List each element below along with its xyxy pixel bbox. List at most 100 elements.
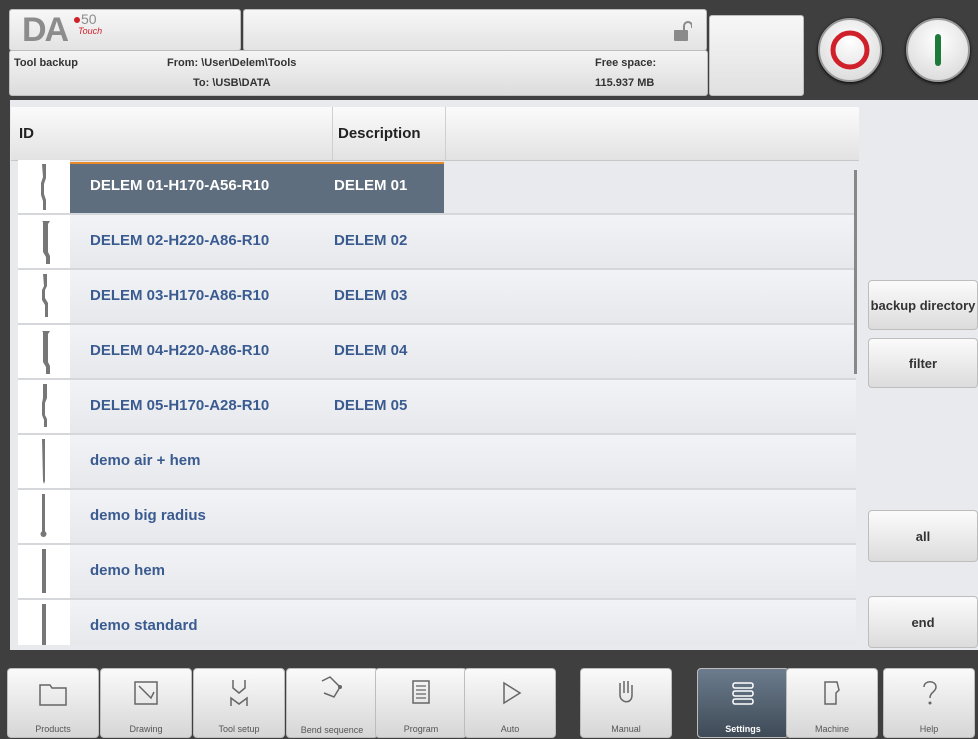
nav-label: Tool setup (218, 724, 260, 734)
start-button[interactable] (906, 18, 970, 82)
hand-icon (619, 681, 633, 703)
nav-manual[interactable]: Manual (580, 668, 672, 738)
nav-label: Bend sequence (300, 725, 364, 735)
row-tool-image (18, 380, 70, 433)
free-space-value: 115.937 MB (595, 77, 655, 89)
nav-drawing[interactable]: Drawing (100, 668, 192, 738)
nav-machine[interactable]: Machine (786, 668, 878, 738)
nav-bend-sequence[interactable]: Bend sequence (286, 668, 378, 738)
start-icon (935, 34, 941, 66)
backup-from-path: From: \User\Delem\Tools (167, 57, 297, 69)
bend-sequence-icon (321, 676, 342, 698)
logo-edition: Touch (78, 26, 103, 36)
row-description: DELEM 03 (334, 287, 408, 304)
nav-tool-setup[interactable]: Tool setup (193, 668, 285, 738)
status-panel (243, 9, 707, 51)
play-icon (503, 681, 522, 705)
row-id: demo hem (90, 562, 166, 579)
nav-label: Program (403, 724, 439, 734)
column-header-id[interactable]: ID (19, 125, 34, 142)
folder-icon (39, 684, 67, 706)
drawing-icon (134, 681, 158, 705)
nav-program[interactable]: Program (375, 668, 467, 738)
punch-tall-icon (42, 221, 50, 264)
info-panel: Tool backup From: \User\Delem\Tools To: … (9, 50, 708, 96)
row-id: DELEM 02-H220-A86-R10 (90, 232, 270, 249)
table-row[interactable]: DELEM 04-H220-A86-R10 DELEM 04 (18, 325, 856, 380)
table-row[interactable]: DELEM 01-H170-A56-R10 DELEM 01 (18, 160, 856, 215)
column-divider (445, 107, 446, 160)
row-tool-image (18, 435, 70, 488)
punch-straight-icon (42, 439, 45, 484)
free-space-label: Free space: (595, 57, 657, 69)
nav-label: Settings (725, 724, 761, 734)
punch-tall-icon (42, 331, 50, 374)
row-id: DELEM 03-H170-A86-R10 (90, 287, 270, 304)
page-title: Tool backup (14, 57, 78, 69)
punch-radius-icon (40, 494, 47, 537)
row-id: DELEM 05-H170-A28-R10 (90, 397, 270, 414)
list-scrollbar[interactable] (854, 170, 857, 374)
logo-version: 50 (74, 12, 97, 26)
stop-button[interactable] (818, 18, 882, 82)
settings-icon (732, 682, 754, 705)
row-id: demo air + hem (90, 452, 201, 469)
unlocked-padlock-icon[interactable] (672, 20, 692, 44)
nav-products[interactable]: Products (7, 668, 99, 738)
table-row[interactable]: demo air + hem (18, 435, 856, 490)
all-button[interactable]: all (868, 510, 978, 562)
backup-directory-button[interactable]: backup directory (868, 280, 978, 330)
punch-gooseneck-icon (42, 384, 47, 427)
machine-icon (824, 681, 840, 705)
row-tool-image (18, 160, 70, 213)
program-icon (412, 680, 430, 704)
logo-version-number: 50 (81, 11, 97, 27)
table-row[interactable]: demo standard (18, 600, 856, 645)
row-description: DELEM 05 (334, 397, 408, 414)
table-row[interactable]: DELEM 02-H220-A86-R10 DELEM 02 (18, 215, 856, 270)
table-row[interactable]: demo hem (18, 545, 856, 600)
backup-to-path: To: \USB\DATA (193, 77, 271, 89)
row-tool-image (18, 270, 70, 323)
row-tool-image (18, 600, 70, 645)
nav-help[interactable]: Help (883, 668, 975, 738)
logo-dot-icon (74, 17, 80, 24)
row-tool-image (18, 490, 70, 543)
filter-button[interactable]: filter (868, 338, 978, 388)
row-tool-image (18, 545, 70, 598)
end-button[interactable]: end (868, 596, 978, 648)
nav-label: Products (35, 724, 71, 734)
nav-label: Machine (814, 724, 850, 734)
help-icon (923, 681, 937, 705)
punch-gooseneck-icon (41, 164, 46, 210)
table-row[interactable]: demo big radius (18, 490, 856, 545)
header-side-panel (709, 15, 804, 96)
punch-straight-icon (42, 604, 46, 645)
row-tool-image (18, 215, 70, 268)
table-header: ID Description (11, 107, 859, 161)
row-description: DELEM 02 (334, 232, 408, 249)
logo-brand: DA (22, 11, 69, 49)
punch-gooseneck-icon (42, 274, 48, 317)
column-divider (332, 107, 333, 160)
row-id: DELEM 04-H220-A86-R10 (90, 342, 270, 359)
column-header-description[interactable]: Description (338, 125, 421, 142)
tool-setup-icon (230, 680, 248, 706)
nav-label: Help (919, 724, 939, 734)
stop-icon (830, 30, 870, 70)
nav-label: Auto (500, 724, 520, 734)
row-description: DELEM 04 (334, 342, 408, 359)
row-id: demo standard (90, 617, 198, 634)
nav-label: Manual (611, 724, 641, 734)
row-tool-image (18, 325, 70, 378)
row-id: demo big radius (90, 507, 206, 524)
punch-straight-icon (42, 549, 46, 593)
table-row[interactable]: DELEM 05-H170-A28-R10 DELEM 05 (18, 380, 856, 435)
row-id: DELEM 01-H170-A56-R10 (90, 177, 270, 194)
row-description: DELEM 01 (334, 177, 408, 194)
nav-auto[interactable]: Auto (464, 668, 556, 738)
table-row[interactable]: DELEM 03-H170-A86-R10 DELEM 03 (18, 270, 856, 325)
nav-label: Drawing (129, 724, 163, 734)
logo-panel: DA 50 Touch (9, 9, 241, 51)
nav-settings[interactable]: Settings (697, 668, 789, 738)
